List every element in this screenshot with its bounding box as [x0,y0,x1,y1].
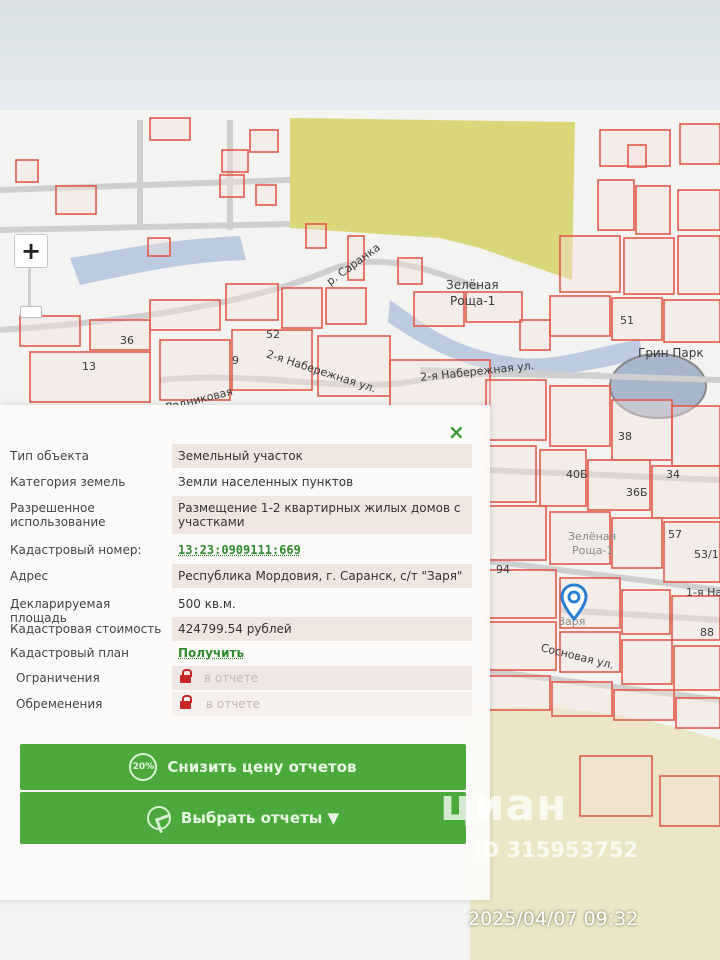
label-88: 88 [700,626,714,639]
click-icon [146,806,171,830]
label-grove-2: Роща-1 [450,294,496,308]
watermark-id: ID 315953752 [474,838,639,862]
location-pin-icon[interactable] [560,583,588,621]
label-36: 36 [120,334,134,347]
row-value: 424799.54 рублей [178,622,292,636]
row-value: Размещение 1-2 квартирных жилых домов с … [178,501,461,529]
label-grove-3: Зелёная [568,530,617,543]
row-permitted-use: Разрешенное использование Размещение 1-2… [0,496,480,534]
label-nab1: 1-я Наб [686,586,720,599]
close-icon[interactable]: × [448,420,465,444]
row-key: Адрес [10,569,49,583]
row-value: в отчете [204,671,259,685]
label-51: 51 [620,314,634,327]
row-object-type: Тип объекта Земельный участок [0,444,480,468]
label-9: 9 [232,354,239,367]
zoom-in-button[interactable]: + [14,234,48,268]
row-key: Кадастровый номер: [10,543,142,557]
label-grove-1: Зелёная [446,278,499,292]
row-value: в отчете [206,697,261,711]
reduce-price-label: Снизить цену отчетов [167,758,357,776]
zoom-slider-handle[interactable] [20,306,42,318]
label-40b: 40Б [566,468,588,481]
cadastral-number-link[interactable]: 13:23:0909111:669 [178,543,470,557]
row-value: Республика Мордовия, г. Саранск, с/т "За… [178,569,463,583]
row-cadastral-number: Кадастровый номер: 13:23:0909111:669 [0,538,480,562]
row-key: Обременения [16,697,103,711]
get-plan-link[interactable]: Получить [178,646,470,660]
watermark-brand: циан [440,780,568,831]
zoom-slider[interactable] [28,268,31,308]
label-13: 13 [82,360,96,373]
row-key: Кадастровая стоимость [10,622,162,636]
label-94: 94 [496,563,510,576]
row-key: Кадастровый план [10,646,129,660]
park-area [290,118,575,280]
row-value: Земли населенных пунктов [178,475,354,489]
label-grove-4: Роща-1 [572,544,614,557]
label-52: 52 [266,328,280,341]
label-36b: 36Б [626,486,648,499]
label-34: 34 [666,468,680,481]
row-cadastral-value: Кадастровая стоимость 424799.54 рублей [0,617,480,641]
lock-icon [180,669,192,683]
label-57: 57 [668,528,682,541]
row-restrictions: Ограничения в отчете [0,666,480,690]
label-53-1: 53/1 [694,548,719,561]
discount-badge: 20% [129,753,158,781]
row-cadastral-plan: Кадастровый план Получить [0,641,480,665]
row-address: Адрес Республика Мордовия, г. Саранск, с… [0,564,480,588]
row-key: Тип объекта [10,449,89,463]
choose-reports-button[interactable]: Выбрать отчеты ▼ [20,792,466,844]
row-land-category: Категория земель Земли населенных пункто… [0,470,480,494]
reduce-price-button[interactable]: 20% Снизить цену отчетов [20,744,466,790]
row-value: Земельный участок [178,449,303,463]
row-value: 500 кв.м. [178,597,236,611]
label-38: 38 [618,430,632,443]
cian-watermark: циан ID 315953752 [440,780,638,862]
choose-reports-label: Выбрать отчеты ▼ [180,809,340,827]
row-encumbrances: Обременения в отчете [0,692,480,716]
lock-icon [180,695,192,709]
row-key: Категория земель [10,475,126,489]
row-key: Разрешенное использование [10,501,106,529]
row-declared-area: Декларируемая площадь 500 кв.м. [0,592,480,625]
label-grin-park: Грин Парк [638,346,704,360]
row-key: Ограничения [16,671,100,685]
photo-background [0,0,720,115]
photo-timestamp: 2025/04/07 09:32 [468,908,639,930]
